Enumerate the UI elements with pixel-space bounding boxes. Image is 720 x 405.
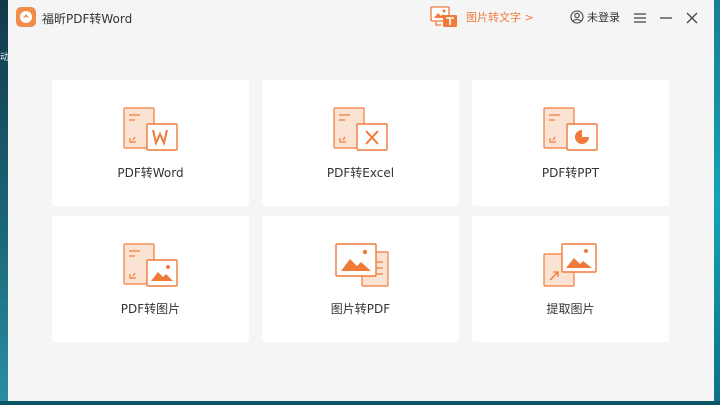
card-pdf-to-word[interactable]: PDF转Word bbox=[52, 80, 249, 206]
card-label: 提取图片 bbox=[546, 302, 595, 316]
extract-image-icon bbox=[542, 242, 602, 290]
app-logo-icon bbox=[16, 7, 36, 27]
card-pdf-to-ppt[interactable]: PDF转PPT bbox=[472, 80, 669, 206]
pdf-to-image-icon bbox=[122, 242, 182, 290]
close-icon bbox=[686, 12, 698, 24]
pdf-to-ppt-icon bbox=[542, 106, 602, 154]
hamburger-icon bbox=[634, 13, 646, 23]
image-to-text-label: 图片转文字 > bbox=[466, 11, 534, 24]
desktop-background-right bbox=[714, 0, 720, 405]
app-title: 福昕PDF转Word bbox=[42, 12, 133, 26]
card-label: PDF转PPT bbox=[541, 166, 600, 180]
image-to-text-button[interactable]: 图片转文字 > bbox=[430, 6, 534, 28]
card-extract-image[interactable]: 提取图片 bbox=[472, 216, 669, 342]
card-label: PDF转Word bbox=[117, 166, 184, 180]
pdf-to-word-icon bbox=[122, 106, 182, 154]
minimize-icon bbox=[660, 17, 672, 19]
app-window: 福昕PDF转Word 图片转文字 > 未登录 PDF转Word PDF转Exce… bbox=[8, 0, 714, 401]
card-label: PDF转Excel bbox=[326, 166, 395, 180]
card-label: PDF转图片 bbox=[120, 302, 181, 316]
user-icon bbox=[570, 10, 584, 24]
image-to-pdf-icon bbox=[332, 242, 392, 290]
card-image-to-pdf[interactable]: 图片转PDF bbox=[262, 216, 459, 342]
login-label: 未登录 bbox=[587, 11, 620, 24]
close-button[interactable] bbox=[684, 10, 700, 26]
card-pdf-to-image[interactable]: PDF转图片 bbox=[52, 216, 249, 342]
minimize-button[interactable] bbox=[658, 10, 674, 26]
desktop-background-bottom bbox=[0, 401, 720, 405]
card-label: 图片转PDF bbox=[330, 302, 391, 316]
menu-button[interactable] bbox=[632, 10, 648, 26]
login-button[interactable]: 未登录 bbox=[570, 9, 620, 25]
image-to-text-icon bbox=[430, 6, 460, 28]
pdf-to-excel-icon bbox=[332, 106, 392, 154]
title-bar: 福昕PDF转Word 图片转文字 > 未登录 bbox=[8, 0, 714, 36]
card-pdf-to-excel[interactable]: PDF转Excel bbox=[262, 80, 459, 206]
